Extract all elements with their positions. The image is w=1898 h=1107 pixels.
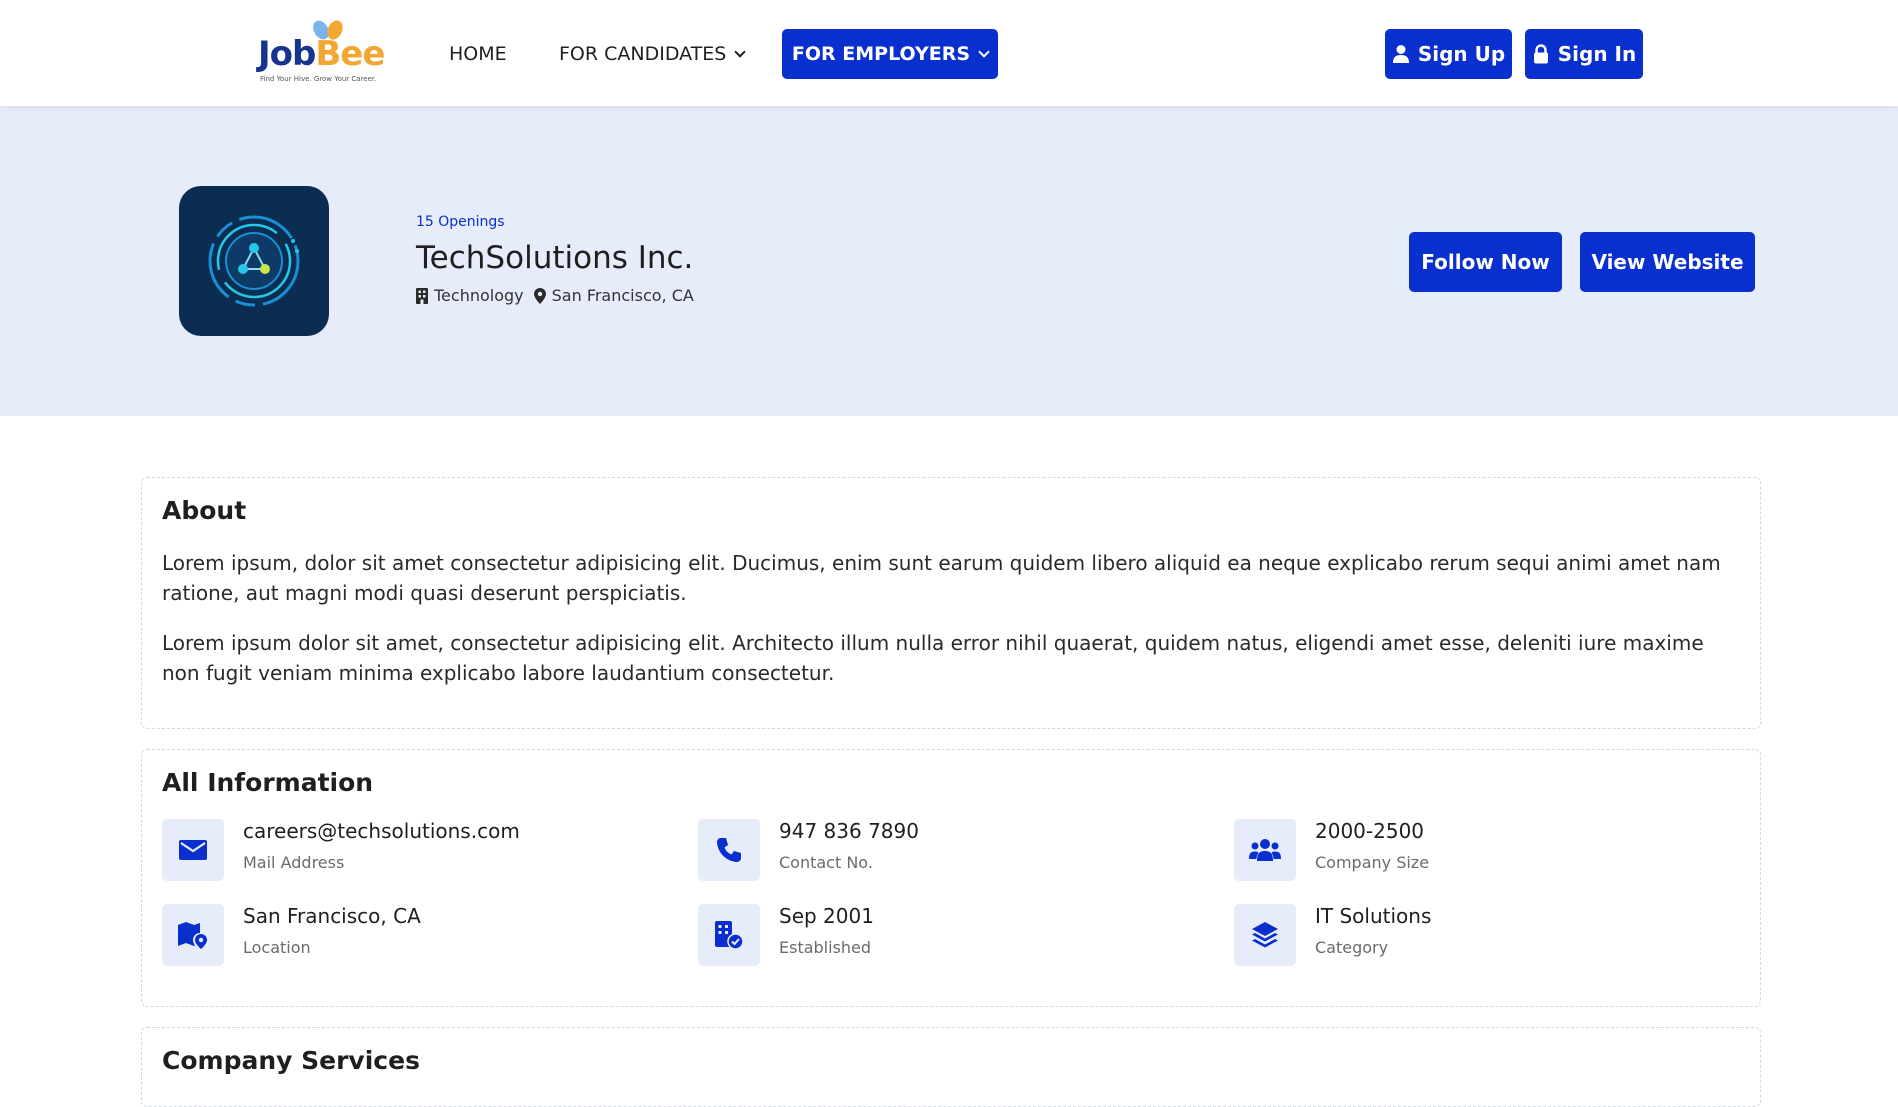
nav-for-candidates-label: FOR CANDIDATES bbox=[559, 43, 727, 65]
info-label: Established bbox=[779, 938, 872, 957]
company-services-title: Company Services bbox=[162, 1046, 420, 1075]
follow-now-button[interactable]: Follow Now bbox=[1409, 232, 1562, 292]
site-header: JobBee Find Your Hive. Grow Your Career.… bbox=[0, 0, 1898, 106]
nav-for-employers-label: FOR EMPLOYERS bbox=[791, 43, 971, 65]
all-information-title: All Information bbox=[162, 768, 374, 797]
building-icon bbox=[416, 287, 428, 304]
company-hero: 15 Openings TechSolutions Inc. Technolog… bbox=[0, 106, 1898, 416]
logo-wordmark: JobBee bbox=[258, 34, 385, 74]
info-item-location: San Francisco, CA Location bbox=[162, 904, 662, 968]
info-value: 2000-2500 bbox=[1315, 819, 1425, 843]
info-item-category: IT Solutions Category bbox=[1234, 904, 1734, 968]
chevron-down-icon bbox=[734, 45, 746, 58]
info-value: San Francisco, CA bbox=[243, 904, 421, 928]
nav-for-employers[interactable]: FOR EMPLOYERS bbox=[782, 29, 998, 79]
network-logo-icon bbox=[208, 215, 300, 307]
about-card: About Lorem ipsum, dolor sit amet consec… bbox=[141, 477, 1761, 729]
info-item-company-size: 2000-2500 Company Size bbox=[1234, 819, 1734, 883]
view-website-label: View Website bbox=[1591, 250, 1744, 274]
follow-now-label: Follow Now bbox=[1421, 250, 1550, 274]
logo-word-job: Job bbox=[258, 34, 316, 74]
mail-icon bbox=[162, 819, 224, 881]
nav-home-label: HOME bbox=[449, 43, 507, 65]
sign-in-label: Sign In bbox=[1557, 42, 1637, 66]
info-item-established: Sep 2001 Established bbox=[698, 904, 1198, 968]
user-icon bbox=[1392, 45, 1409, 63]
sign-in-button[interactable]: Sign In bbox=[1525, 29, 1643, 79]
company-logo bbox=[179, 186, 329, 336]
info-item-email: careers@techsolutions.com Mail Address bbox=[162, 819, 662, 883]
info-value: Sep 2001 bbox=[779, 904, 874, 928]
users-icon bbox=[1234, 819, 1296, 881]
jobbee-logo[interactable]: JobBee Find Your Hive. Grow Your Career. bbox=[258, 17, 400, 86]
lock-icon bbox=[1533, 44, 1548, 64]
chevron-down-icon bbox=[978, 45, 990, 58]
nav-for-candidates[interactable]: FOR CANDIDATES bbox=[559, 29, 746, 79]
view-website-button[interactable]: View Website bbox=[1580, 232, 1755, 292]
map-pin-icon bbox=[162, 904, 224, 966]
info-item-phone: 947 836 7890 Contact No. bbox=[698, 819, 1198, 883]
all-information-card: All Information careers@techsolutions.co… bbox=[141, 749, 1761, 1007]
info-value[interactable]: careers@techsolutions.com bbox=[243, 819, 520, 843]
logo-word-bee: Bee bbox=[315, 34, 385, 74]
phone-icon bbox=[698, 819, 760, 881]
company-name: TechSolutions Inc. bbox=[416, 240, 694, 276]
about-title: About bbox=[162, 496, 247, 525]
layers-icon bbox=[1234, 904, 1296, 966]
company-location: San Francisco, CA bbox=[551, 286, 694, 305]
info-value: 947 836 7890 bbox=[779, 819, 919, 843]
logo-tagline: Find Your Hive. Grow Your Career. bbox=[260, 75, 377, 83]
info-label: Location bbox=[243, 938, 311, 957]
company-meta: Technology San Francisco, CA bbox=[416, 286, 694, 305]
sign-up-button[interactable]: Sign Up bbox=[1385, 29, 1512, 79]
building-check-icon bbox=[698, 904, 760, 966]
info-value: IT Solutions bbox=[1315, 904, 1432, 928]
info-label: Mail Address bbox=[243, 853, 345, 872]
openings-count: 15 Openings bbox=[416, 214, 505, 230]
sign-up-label: Sign Up bbox=[1417, 42, 1506, 66]
info-label: Company Size bbox=[1315, 853, 1430, 872]
info-label: Contact No. bbox=[779, 853, 873, 872]
about-paragraph: Lorem ipsum dolor sit amet, consectetur … bbox=[162, 631, 1704, 685]
nav-home[interactable]: HOME bbox=[449, 29, 507, 79]
location-pin-icon bbox=[533, 287, 546, 304]
about-paragraph: Lorem ipsum, dolor sit amet consectetur … bbox=[162, 551, 1721, 605]
company-industry: Technology bbox=[434, 286, 524, 305]
company-services-card: Company Services bbox=[141, 1027, 1761, 1107]
info-label: Category bbox=[1315, 938, 1389, 957]
